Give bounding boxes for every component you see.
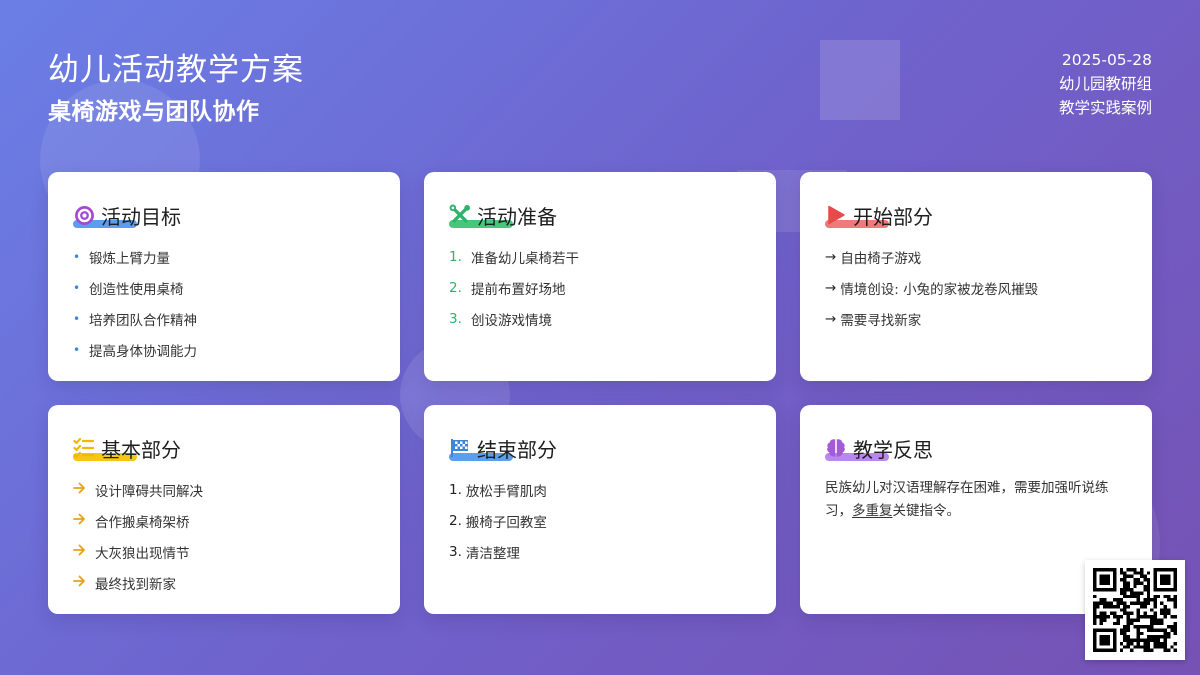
card-title: 教学反思 [853, 437, 933, 462]
list-item: • 创造性使用桌椅 [73, 272, 376, 303]
list-item-text: 锻炼上臂力量 [89, 250, 170, 267]
list-number: 2. [449, 279, 462, 296]
list-number: 1. [449, 248, 462, 265]
brain-icon [825, 437, 847, 459]
list-item-text: 情境创设: 小兔的家被龙卷风摧毁 [840, 281, 1039, 298]
arrow-right-icon [73, 513, 87, 529]
list-item: • 锻炼上臂力量 [73, 241, 376, 272]
list-item: 2. 提前布置好场地 [449, 272, 752, 303]
arrow-right-icon: → [825, 310, 837, 327]
card-end: 结束部分 1. 放松手臂肌肉 2. 搬椅子回教室 3. 清洁整理 [424, 405, 776, 614]
start-list: → 自由椅子游戏 → 情境创设: 小兔的家被龙卷风摧毁 → 需要寻找新家 [825, 241, 1128, 334]
decor-square [820, 40, 900, 120]
arrow-right-icon [73, 544, 87, 560]
list-item: 大灰狼出现情节 [73, 536, 376, 567]
list-item-text: 合作搬桌椅架桥 [95, 514, 190, 531]
card-header: 开始部分 [825, 198, 1128, 232]
list-item: 最终找到新家 [73, 567, 376, 598]
bullet-icon: • [73, 342, 81, 357]
list-item-text: 准备幼儿桌椅若干 [471, 250, 579, 267]
list-item-text: 提前布置好场地 [471, 281, 566, 298]
card-title: 基本部分 [101, 437, 181, 462]
list-item-text: 设计障碍共同解决 [95, 483, 203, 500]
page-subtitle: 桌椅游戏与团队协作 [48, 99, 260, 125]
card-title: 结束部分 [477, 437, 557, 462]
list-item: → 需要寻找新家 [825, 303, 1128, 334]
target-icon [73, 204, 95, 226]
bullet-icon: • [73, 311, 81, 326]
card-title: 开始部分 [853, 204, 933, 229]
prep-list: 1. 准备幼儿桌椅若干 2. 提前布置好场地 3. 创设游戏情境 [449, 241, 752, 334]
date-label: 2025-05-28 [1061, 51, 1152, 69]
card-header: 结束部分 [449, 431, 752, 465]
qr-code [1085, 560, 1185, 660]
card-header: 活动准备 [449, 198, 752, 232]
arrow-right-icon: → [825, 279, 837, 296]
reflection-emphasis: 多重复 [852, 503, 893, 519]
card-header: 基本部分 [73, 431, 376, 465]
card-header: 教学反思 [825, 431, 1128, 465]
list-item: 合作搬桌椅架桥 [73, 505, 376, 536]
card-title: 活动目标 [101, 204, 181, 229]
list-item-text: 清洁整理 [465, 545, 520, 562]
card-header: 活动目标 [73, 198, 376, 232]
list-item: 1. 准备幼儿桌椅若干 [449, 241, 752, 272]
group-label: 幼儿园教研组 [1058, 75, 1152, 93]
basic-list: 设计障碍共同解决 合作搬桌椅架桥 大灰狼出现情节 最终找到新家 [73, 474, 376, 598]
end-list: 1. 放松手臂肌肉 2. 搬椅子回教室 3. 清洁整理 [449, 474, 752, 567]
list-item: 3. 清洁整理 [449, 536, 752, 567]
case-label: 教学实践案例 [1058, 99, 1152, 117]
list-item-text: 创造性使用桌椅 [89, 281, 184, 298]
arrow-right-icon: → [825, 248, 837, 265]
arrow-right-icon [73, 482, 87, 498]
list-item-text: 搬椅子回教室 [465, 514, 547, 531]
header-meta: 2025-05-28 幼儿园教研组 教学实践案例 [1059, 48, 1152, 120]
list-item-text: 大灰狼出现情节 [95, 545, 190, 562]
bullet-icon: • [73, 249, 81, 264]
list-item: → 自由椅子游戏 [825, 241, 1128, 272]
list-number: 3. [449, 543, 462, 560]
card-title: 活动准备 [477, 204, 557, 229]
card-goals: 活动目标 • 锻炼上臂力量 • 创造性使用桌椅 • 培养团队合作精神 • 提高身体协调能… [48, 172, 400, 381]
tools-icon [449, 204, 471, 226]
list-item: • 培养团队合作精神 [73, 303, 376, 334]
checkered-flag-icon [449, 437, 471, 459]
list-number: 3. [449, 310, 462, 327]
list-item-text: 培养团队合作精神 [89, 312, 197, 329]
list-item-text: 创设游戏情境 [471, 312, 552, 329]
card-basic: 基本部分 设计障碍共同解决 合作搬桌椅架桥 大灰狼出现情节 最终找到新家 [48, 405, 400, 614]
list-item: 设计障碍共同解决 [73, 474, 376, 505]
list-item: • 提高身体协调能力 [73, 334, 376, 365]
list-item: → 情境创设: 小兔的家被龙卷风摧毁 [825, 272, 1128, 303]
list-item: 2. 搬椅子回教室 [449, 505, 752, 536]
card-start: 开始部分 → 自由椅子游戏 → 情境创设: 小兔的家被龙卷风摧毁 → 需要寻找新家 [800, 172, 1152, 381]
list-item: 3. 创设游戏情境 [449, 303, 752, 334]
list-number: 2. [449, 512, 462, 529]
goals-list: • 锻炼上臂力量 • 创造性使用桌椅 • 培养团队合作精神 • 提高身体协调能力 [73, 241, 376, 365]
list-item-text: 最终找到新家 [95, 576, 176, 593]
page-title: 幼儿活动教学方案 [48, 52, 304, 88]
list-number: 1. [449, 481, 462, 498]
list-item-text: 自由椅子游戏 [840, 250, 922, 267]
arrow-right-icon [73, 575, 87, 591]
bullet-icon: • [73, 280, 81, 295]
list-item-text: 需要寻找新家 [840, 312, 922, 329]
checklist-icon [73, 437, 95, 459]
list-item: 1. 放松手臂肌肉 [449, 474, 752, 505]
list-item-text: 放松手臂肌肉 [465, 483, 547, 500]
reflection-text-part: 关键指令。 [892, 503, 961, 519]
list-item-text: 提高身体协调能力 [89, 343, 197, 360]
play-icon [825, 204, 847, 226]
card-prep: 活动准备 1. 准备幼儿桌椅若干 2. 提前布置好场地 3. 创设游戏情境 [424, 172, 776, 381]
reflection-text: 民族幼儿对汉语理解存在困难，需要加强听说练习，多重复关键指令。 [825, 477, 1128, 523]
